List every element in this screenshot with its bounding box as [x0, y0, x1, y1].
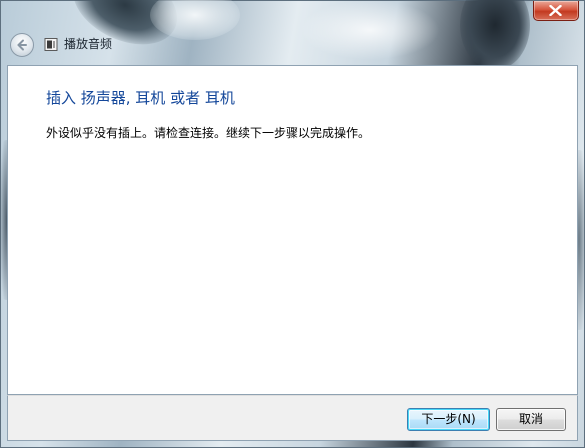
close-button[interactable] — [533, 1, 579, 21]
instruction-text: 外设似乎没有插上。请检查连接。继续下一步骤以完成操作。 — [46, 126, 371, 140]
background-glass-decoration — [300, 0, 440, 60]
background-glass-decoration — [460, 0, 530, 70]
cancel-button[interactable]: 取消 — [496, 408, 566, 431]
next-button[interactable]: 下一步(N) — [407, 408, 490, 431]
wizard-footer: 下一步(N) 取消 — [7, 395, 578, 441]
back-arrow-icon — [17, 39, 27, 51]
close-icon — [549, 5, 562, 16]
page-heading: 插入 扬声器, 耳机 或者 耳机 — [46, 89, 235, 107]
wizard-content-panel: 插入 扬声器, 耳机 或者 耳机 外设似乎没有插上。请检查连接。继续下一步骤以完… — [7, 65, 578, 395]
speaker-icon — [44, 38, 58, 51]
wizard-window: 播放音频 插入 扬声器, 耳机 或者 耳机 外设似乎没有插上。请检查连接。继续下… — [0, 0, 585, 448]
window-title: 播放音频 — [64, 37, 113, 51]
back-button[interactable] — [10, 33, 34, 57]
